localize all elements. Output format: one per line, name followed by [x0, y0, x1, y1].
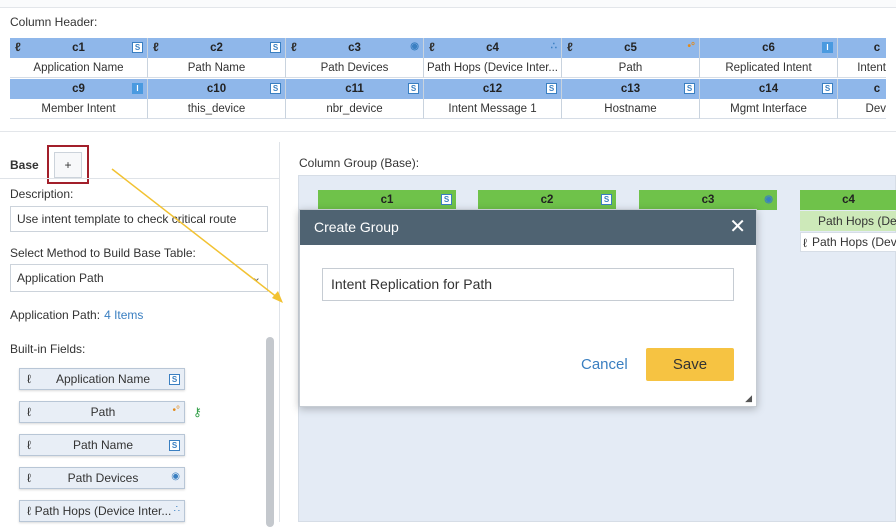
value-row: Application Name Path Name Path Devices …	[10, 58, 886, 78]
field-cell[interactable]: Mgmt Interface	[700, 99, 838, 119]
string-type-icon: S	[822, 83, 833, 94]
dialog-header: Create Group ✕	[300, 210, 756, 245]
tab-base[interactable]: Base	[10, 158, 39, 172]
devices-icon: ◉	[764, 194, 773, 205]
create-group-dialog: Create Group ✕ Intent Replication for Pa…	[299, 209, 757, 407]
save-button[interactable]: Save	[646, 348, 734, 381]
column-cell[interactable]: ℓ c2 S	[148, 38, 286, 58]
devices-icon: ◉	[410, 41, 419, 52]
link-icon: ℓ	[429, 40, 435, 54]
group-column[interactable]: c1 S	[318, 190, 456, 210]
string-type-icon: S	[546, 83, 557, 94]
string-type-icon: S	[270, 42, 281, 53]
field-cell[interactable]: Replicated Intent	[700, 58, 838, 78]
app-path-count-link[interactable]: 4 Items	[104, 308, 143, 322]
column-cell[interactable]: ℓ c5 •°	[562, 38, 700, 58]
string-type-icon: S	[270, 83, 281, 94]
path-icon: •°	[172, 405, 181, 416]
column-cell[interactable]: ℓ c3 ◉	[286, 38, 424, 58]
column-cell[interactable]: c13 S	[562, 79, 700, 99]
scrollbar[interactable]	[266, 337, 274, 527]
intent-type-icon: I	[132, 83, 143, 94]
close-icon[interactable]: ✕	[729, 210, 746, 245]
cancel-button[interactable]: Cancel	[581, 356, 628, 373]
field-cell[interactable]: Intent	[838, 58, 886, 78]
field-cell[interactable]: Hostname	[562, 99, 700, 119]
hops-icon: ∴	[173, 504, 180, 515]
hops-icon: ∴	[550, 41, 557, 52]
column-cell[interactable]: c12 S	[424, 79, 562, 99]
method-label: Select Method to Build Base Table:	[10, 246, 196, 260]
column-cell[interactable]: ℓ c4 ∴	[424, 38, 562, 58]
string-type-icon: S	[601, 194, 612, 205]
intent-type-icon: I	[822, 42, 833, 53]
group-field[interactable]: Path Hops (Dev	[800, 211, 896, 231]
top-bar	[0, 0, 896, 8]
key-icon: ⚷	[193, 405, 202, 419]
field-chip[interactable]: ℓ Path Devices ◉	[19, 467, 185, 489]
column-cell[interactable]: c11 S	[286, 79, 424, 99]
column-cell[interactable]: c	[838, 38, 886, 58]
field-cell[interactable]: Dev	[838, 99, 886, 119]
string-type-icon: S	[408, 83, 419, 94]
column-header-label: Column Header:	[10, 15, 98, 29]
column-cell[interactable]: ℓ c1 S	[10, 38, 148, 58]
column-cell[interactable]: c14 S	[700, 79, 838, 99]
dialog-title: Create Group	[314, 219, 399, 235]
link-icon: ℓ	[567, 40, 573, 54]
value-row: Member Intent this_device nbr_device Int…	[10, 99, 886, 119]
link-icon: ℓ	[803, 236, 807, 250]
column-cell[interactable]: c	[838, 79, 886, 99]
field-cell[interactable]: this_device	[148, 99, 286, 119]
field-cell[interactable]: Path Hops (Device Inter...	[424, 58, 562, 78]
description-label: Description:	[10, 187, 74, 201]
chevron-down-icon: ⌄	[251, 272, 261, 284]
app-path-row: Application Path: 4 Items	[10, 308, 143, 322]
tab-divider	[0, 178, 280, 179]
link-icon: ℓ	[291, 40, 297, 54]
field-chip[interactable]: ℓ Path Name S	[19, 434, 185, 456]
link-icon: ℓ	[153, 40, 159, 54]
method-select[interactable]: Application Path ⌄	[10, 264, 268, 292]
column-group-label: Column Group (Base):	[299, 156, 420, 170]
path-icon: •°	[687, 41, 696, 52]
field-chip[interactable]: ℓ Path Hops (Device Inter... ∴	[19, 500, 185, 522]
string-type-icon: S	[169, 374, 180, 385]
group-column[interactable]: c3 ◉	[639, 190, 777, 210]
field-cell[interactable]: Application Name	[10, 58, 148, 78]
method-value: Application Path	[17, 271, 104, 285]
divider	[0, 131, 896, 132]
app-path-label: Application Path:	[10, 308, 101, 322]
header-row: c9 I c10 S c11 S c12 S c13 S c14 S c	[10, 79, 886, 99]
description-field[interactable]: Use intent template to check critical ro…	[10, 206, 268, 232]
string-type-icon: S	[132, 42, 143, 53]
field-chip[interactable]: ℓ Path •°	[19, 401, 185, 423]
string-type-icon: S	[169, 440, 180, 451]
string-type-icon: S	[684, 83, 695, 94]
field-cell[interactable]: Path	[562, 58, 700, 78]
builtin-fields-label: Built-in Fields:	[10, 342, 86, 356]
group-column[interactable]: c4	[800, 190, 896, 210]
field-cell[interactable]: Path Devices	[286, 58, 424, 78]
column-cell[interactable]: c6 I	[700, 38, 838, 58]
base-panel: Base + Description: Use intent template …	[0, 142, 280, 527]
field-chip[interactable]: ℓ Application Name S	[19, 368, 185, 390]
field-cell[interactable]: nbr_device	[286, 99, 424, 119]
field-cell[interactable]: Member Intent	[10, 99, 148, 119]
group-field[interactable]: ℓ Path Hops (Devi	[800, 232, 896, 252]
header-row: ℓ c1 S ℓ c2 S ℓ c3 ◉ ℓ c4 ∴ ℓ c5 •° c6 I c	[10, 38, 886, 58]
field-cell[interactable]: Intent Message 1	[424, 99, 562, 119]
column-cell[interactable]: c10 S	[148, 79, 286, 99]
group-column[interactable]: c2 S	[478, 190, 616, 210]
column-cell[interactable]: c9 I	[10, 79, 148, 99]
devices-icon: ◉	[171, 471, 180, 482]
group-name-input[interactable]: Intent Replication for Path	[322, 268, 734, 301]
string-type-icon: S	[441, 194, 452, 205]
resize-handle-icon[interactable]: ◢	[745, 393, 752, 404]
field-cell[interactable]: Path Name	[148, 58, 286, 78]
link-icon: ℓ	[15, 40, 21, 54]
